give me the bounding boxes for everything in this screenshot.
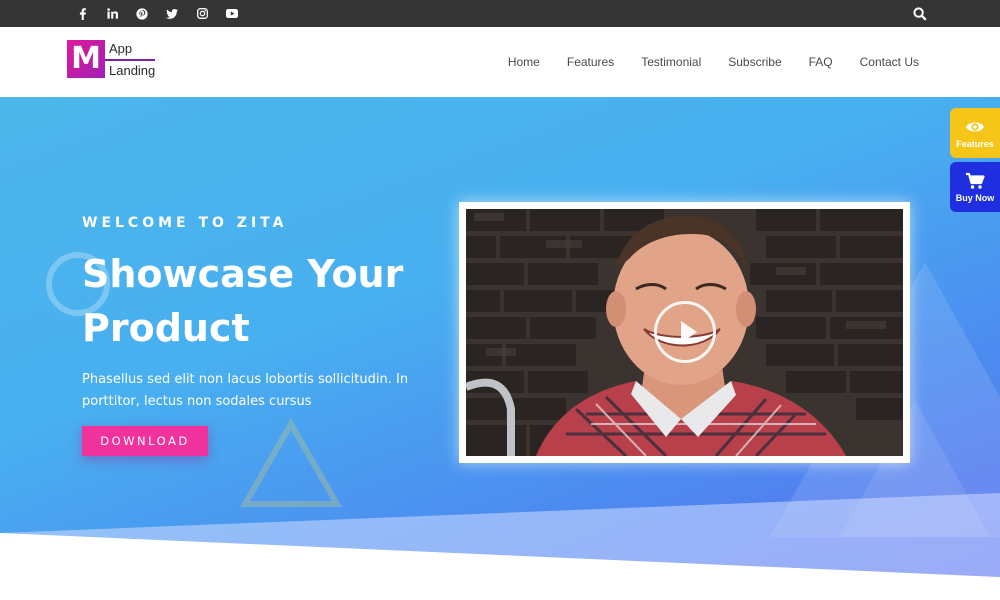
nav-testimonial[interactable]: Testimonial [641, 55, 701, 69]
side-features-button[interactable]: Features [950, 108, 1000, 158]
video-frame [459, 202, 910, 463]
pinterest-icon[interactable] [134, 6, 150, 22]
instagram-icon[interactable] [194, 6, 210, 22]
top-bar [0, 0, 1000, 27]
search-icon[interactable] [912, 6, 928, 22]
social-links [74, 0, 254, 27]
decor-triangle-outline [239, 417, 343, 507]
nav-contact-us[interactable]: Contact Us [860, 55, 919, 69]
side-features-label: Features [956, 139, 994, 149]
video-thumbnail[interactable] [466, 209, 903, 456]
download-button[interactable]: DOWNLOAD [82, 426, 208, 456]
nav-home[interactable]: Home [508, 55, 540, 69]
side-buy-now-label: Buy Now [955, 193, 995, 203]
youtube-icon[interactable] [224, 6, 240, 22]
logo-mark: M [67, 40, 105, 78]
hero-section: WELCOME TO ZITA Showcase Your Product Ph… [0, 97, 1000, 600]
cart-icon [966, 172, 985, 189]
logo-text-app: App [109, 41, 133, 56]
hero-title: Showcase Your Product [82, 252, 404, 350]
nav-features[interactable]: Features [567, 55, 614, 69]
side-buy-now-button[interactable]: Buy Now [950, 162, 1000, 212]
logo-divider [105, 59, 155, 61]
logo-text-landing: Landing [109, 63, 156, 78]
facebook-icon[interactable] [74, 6, 90, 22]
nav-faq[interactable]: FAQ [809, 55, 833, 69]
site-header: M App Landing Home Features Testimonial … [0, 27, 1000, 97]
hero-eyebrow: WELCOME TO ZITA [82, 215, 288, 231]
logo[interactable]: M App Landing [67, 40, 167, 82]
nav-subscribe[interactable]: Subscribe [728, 55, 781, 69]
play-icon[interactable] [654, 301, 716, 363]
twitter-icon[interactable] [164, 6, 180, 22]
main-nav: Home Features Testimonial Subscribe FAQ … [481, 27, 919, 97]
play-triangle [681, 321, 697, 343]
eye-icon [966, 122, 984, 132]
linkedin-icon[interactable] [104, 6, 120, 22]
hero-description: Phasellus sed elit non lacus lobortis so… [82, 372, 409, 409]
